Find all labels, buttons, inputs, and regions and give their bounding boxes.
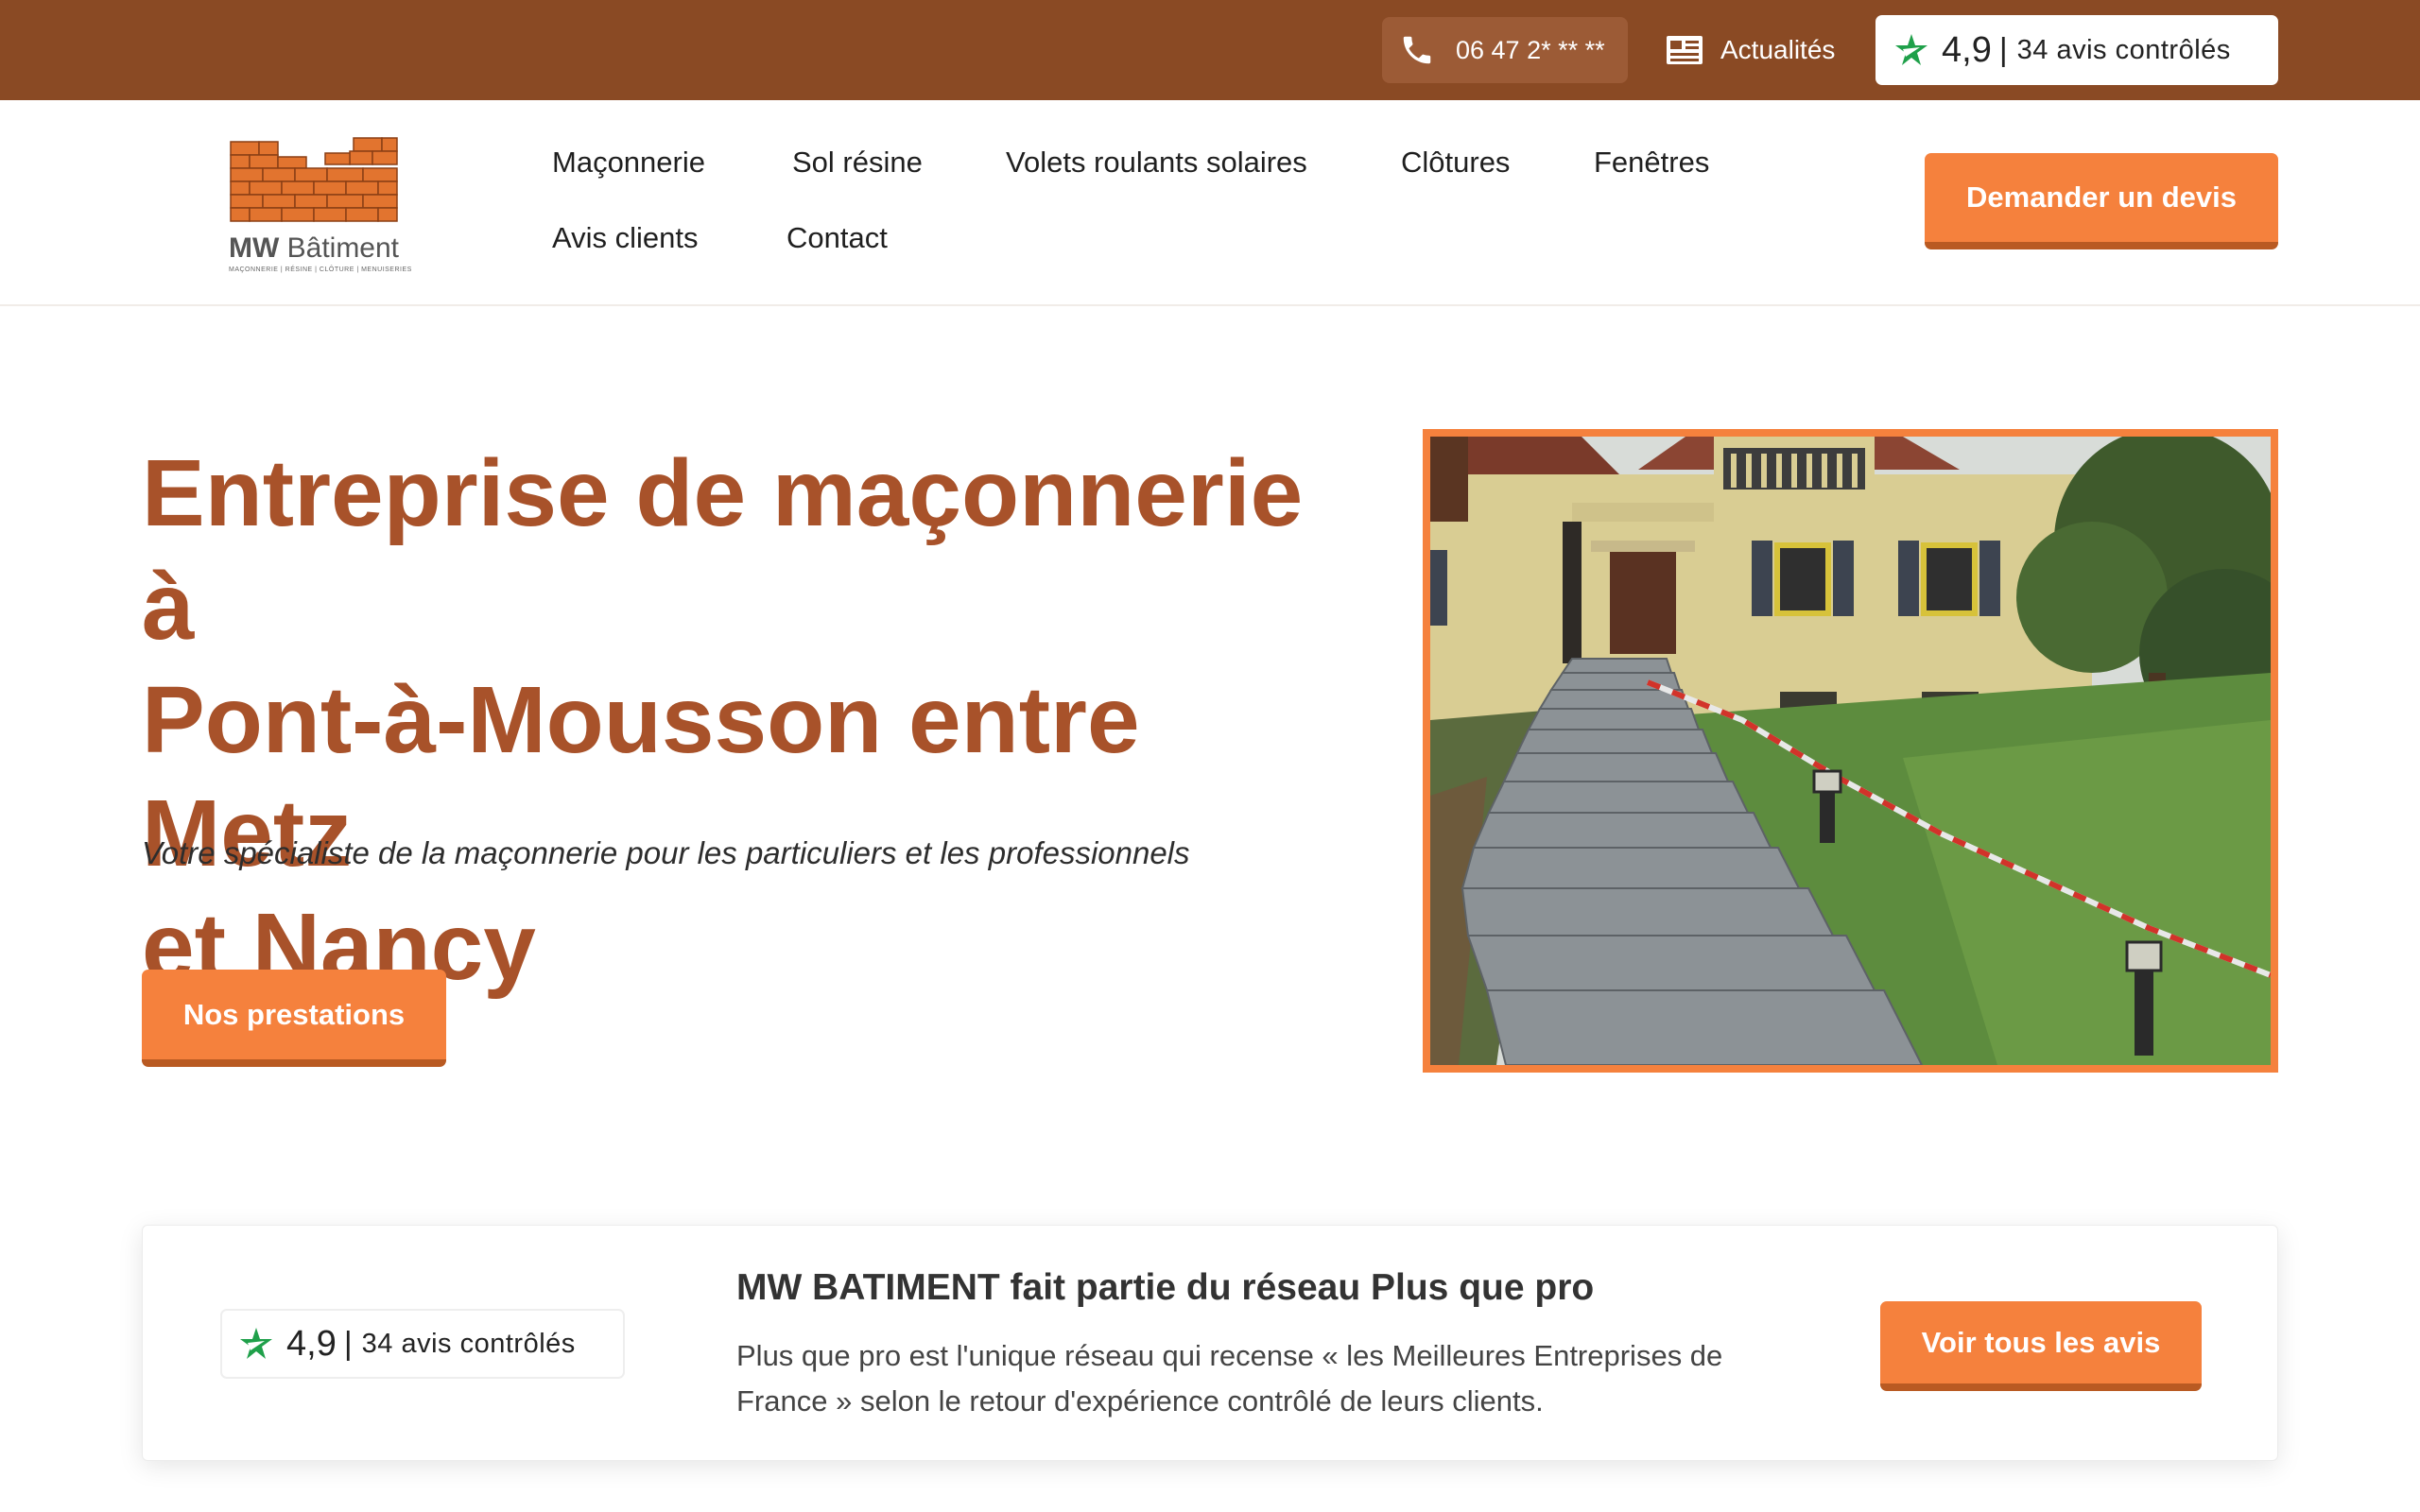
logo-name-bold: MW <box>228 232 280 264</box>
site-logo[interactable]: MW Bâtiment MAÇONNERIE | RÉSINE | CLÔTUR… <box>221 134 412 276</box>
rating-separator: | <box>343 1325 353 1362</box>
phone-number: 06 47 2* ** ** <box>1456 35 1605 64</box>
services-button[interactable]: Nos prestations <box>142 970 446 1067</box>
nav-item-maconnerie[interactable]: Maçonnerie <box>552 146 705 180</box>
phone-icon <box>1403 36 1431 64</box>
rating-count: 34 avis contrôlés <box>2016 34 2231 65</box>
house-stairs-photo <box>1430 437 2271 1065</box>
reviews-description: Plus que pro est l'unique réseau qui rec… <box>736 1339 1723 1418</box>
logo-name: MW Bâtiment <box>221 232 406 265</box>
see-all-reviews-button[interactable]: Voir tous les avis <box>1880 1301 2202 1391</box>
rating-score: 4,9 <box>286 1323 337 1364</box>
phone-button[interactable]: 06 47 2* ** ** <box>1382 17 1628 83</box>
nav-item-volets-roulants[interactable]: Volets roulants solaires <box>1006 146 1307 180</box>
news-link[interactable]: Actualités <box>1666 28 1835 72</box>
nav-item-contact[interactable]: Contact <box>786 221 888 255</box>
nav-item-sol-resine[interactable]: Sol résine <box>792 146 923 180</box>
nav-item-avis-clients[interactable]: Avis clients <box>552 221 699 255</box>
nav-item-clotures[interactable]: Clôtures <box>1401 146 1510 180</box>
logo-name-rest: Bâtiment <box>286 232 400 264</box>
hero-subtitle: Votre spécialiste de la maçonnerie pour … <box>142 835 1190 870</box>
nav-item-fenetres[interactable]: Fenêtres <box>1594 146 1709 180</box>
rating-separator: | <box>1998 31 2008 68</box>
title-line-1: Entreprise de maçonnerie à <box>142 440 1304 660</box>
rating-widget[interactable]: 4,9 | 34 avis contrôlés <box>220 1309 625 1379</box>
reviews-title: MW BATIMENT fait partie du réseau Plus q… <box>736 1267 1595 1308</box>
news-label: Actualités <box>1720 35 1836 64</box>
logo-tagline: MAÇONNERIE | RÉSINE | CLÔTURE | MENUISER… <box>229 266 412 273</box>
rating-badge[interactable]: 4,9 | 34 avis contrôlés <box>1876 15 2278 85</box>
page-title: Entreprise de maçonnerie à Pont-à-Mousso… <box>142 437 1371 1004</box>
plus-que-pro-star-icon <box>240 1328 272 1359</box>
brick-wall-logo-icon <box>230 137 398 222</box>
reviews-card: 4,9 | 34 avis contrôlés MW BATIMENT fait… <box>142 1225 2278 1461</box>
plus-que-pro-star-icon <box>1895 34 1927 65</box>
request-quote-button[interactable]: Demander un devis <box>1925 153 2278 249</box>
newspaper-icon <box>1667 36 1703 64</box>
hero-image <box>1423 429 2278 1073</box>
rating-count: 34 avis contrôlés <box>361 1328 576 1359</box>
top-bar: 06 47 2* ** ** Actualités 4,9 | 34 avis … <box>0 0 2420 100</box>
rating-score: 4,9 <box>1942 29 1992 70</box>
